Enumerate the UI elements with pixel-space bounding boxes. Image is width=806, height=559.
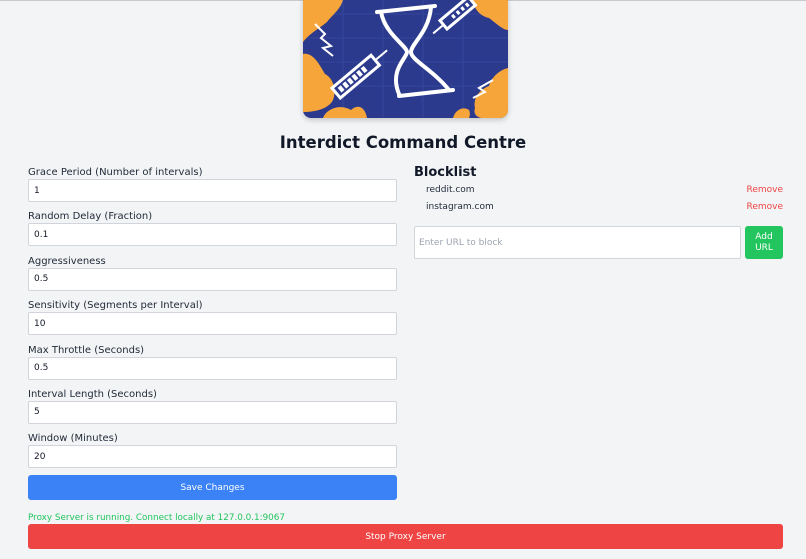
interval-length-label: Interval Length (Seconds) bbox=[28, 388, 157, 400]
aggressiveness-label: Aggressiveness bbox=[28, 255, 106, 267]
random-delay-input[interactable] bbox=[28, 223, 397, 247]
random-delay-label: Random Delay (Fraction) bbox=[28, 211, 153, 223]
grace-period-input[interactable] bbox=[28, 179, 397, 202]
grace-period-label: Grace Period (Number of intervals) bbox=[28, 167, 203, 178]
max-throttle-field: Max Throttle (Seconds) bbox=[28, 344, 397, 388]
aggressiveness-input[interactable] bbox=[28, 267, 397, 291]
blocklist-item: reddit.com Remove bbox=[414, 182, 783, 199]
sensitivity-label: Sensitivity (Segments per Interval) bbox=[28, 300, 203, 312]
block-url-input[interactable] bbox=[414, 226, 741, 259]
page-title: Interdict Command Centre bbox=[279, 133, 527, 152]
blocklist-item: instagram.com Remove bbox=[414, 199, 783, 216]
window-input[interactable] bbox=[28, 445, 397, 469]
hourglass-logo-icon bbox=[303, 0, 508, 118]
random-delay-field: Random Delay (Fraction) bbox=[28, 210, 397, 254]
grace-period-field: Grace Period (Number of intervals) bbox=[28, 166, 397, 210]
blocklist-panel: Blocklist reddit.com Remove instagram.co… bbox=[414, 164, 783, 259]
max-throttle-input[interactable] bbox=[28, 356, 397, 380]
stop-proxy-server-button[interactable]: Stop Proxy Server bbox=[28, 524, 783, 549]
save-changes-button[interactable]: Save Changes bbox=[28, 475, 397, 500]
window-label: Window (Minutes) bbox=[28, 433, 118, 445]
blocklist-title: Blocklist bbox=[414, 165, 477, 180]
blocklist-item-url: reddit.com bbox=[426, 185, 475, 195]
aggressiveness-field: Aggressiveness bbox=[28, 255, 397, 299]
blocklist-item-url: instagram.com bbox=[426, 202, 494, 212]
window-field: Window (Minutes) bbox=[28, 432, 397, 476]
remove-link[interactable]: Remove bbox=[746, 182, 783, 199]
interval-length-field: Interval Length (Seconds) bbox=[28, 388, 397, 432]
interval-length-input[interactable] bbox=[28, 400, 397, 424]
add-url-button[interactable]: Add URL bbox=[745, 226, 783, 259]
settings-form: Grace Period (Number of intervals) Rando… bbox=[28, 166, 397, 477]
sensitivity-input[interactable] bbox=[28, 312, 397, 336]
max-throttle-label: Max Throttle (Seconds) bbox=[28, 344, 145, 356]
remove-link[interactable]: Remove bbox=[746, 199, 783, 216]
sensitivity-field: Sensitivity (Segments per Interval) bbox=[28, 299, 397, 343]
proxy-status-text: Proxy Server is running. Connect locally… bbox=[28, 513, 285, 523]
